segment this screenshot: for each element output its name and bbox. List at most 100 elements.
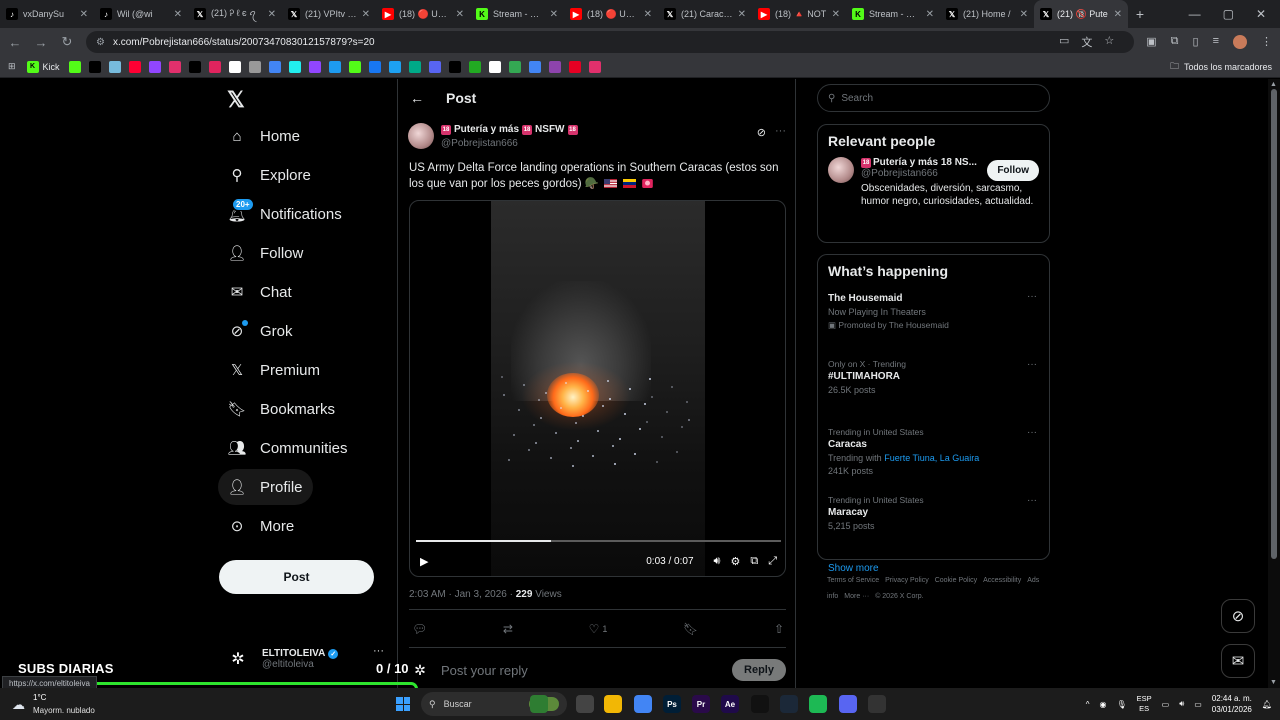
bookmark-favicon-icon[interactable]	[148, 60, 161, 73]
reload-icon[interactable]: ↻	[60, 34, 74, 50]
tab-close-icon[interactable]: ✕	[268, 9, 276, 20]
bookmark-favicon-icon[interactable]	[508, 60, 521, 73]
apps-grid-icon[interactable]: ⊞	[8, 61, 16, 72]
bookmark-favicon-icon[interactable]	[528, 60, 541, 73]
premiere-icon[interactable]: Pr	[692, 695, 710, 713]
browser-tab[interactable]: ▶ (18) 🔴 URG ✕	[564, 0, 658, 28]
nav-item-premium[interactable]: 𝕏 Premium	[218, 352, 330, 388]
tab-close-icon[interactable]: ✕	[1114, 9, 1122, 20]
browser-tab[interactable]: K Stream - Kick ✕	[470, 0, 564, 28]
browser-tab[interactable]: K Stream - Kick ✕	[846, 0, 940, 28]
clock[interactable]: 02:44 a. m. 03/01/2026	[1212, 693, 1252, 715]
spotify-icon[interactable]	[809, 695, 827, 713]
tab-close-icon[interactable]: ✕	[738, 9, 746, 20]
bookmark-favicon-icon[interactable]	[188, 60, 201, 73]
author-avatar[interactable]	[408, 123, 434, 149]
trend-more-icon[interactable]: ···	[1027, 495, 1037, 506]
footer-link[interactable]: Terms of Service	[827, 577, 879, 584]
trend-item[interactable]: Only on X · Trending #ULTIMAHORA 26.5K pos…	[818, 355, 1049, 423]
person-avatar[interactable]	[828, 157, 854, 183]
post-timestamp[interactable]: 2:03 AM · Jan 3, 2026 ·	[409, 589, 516, 600]
nav-item-communities[interactable]: 👥︎ Communities	[218, 430, 358, 466]
bookmark-icon[interactable]: 🔖︎	[683, 622, 698, 636]
new-tab-button[interactable]: +	[1128, 6, 1152, 22]
nav-item-explore[interactable]: ⚲ Explore	[218, 157, 321, 193]
tab-close-icon[interactable]: ✕	[362, 9, 370, 20]
trend-item[interactable]: Trending in United States Caracas Trending…	[818, 423, 1049, 491]
menu-lines-icon[interactable]: ≡	[1213, 35, 1219, 49]
tab-close-icon[interactable]: ✕	[1020, 9, 1028, 20]
bookmark-favicon-icon[interactable]	[348, 60, 361, 73]
obs-icon[interactable]	[868, 695, 886, 713]
account-switcher[interactable]: ✲ ELTITOLEIVA ✓ @eltitoleiva ···	[224, 641, 384, 677]
scroll-thumb[interactable]	[1271, 89, 1277, 559]
trend-item[interactable]: The Housemaid Now Playing In Theaters ▣ Pr…	[818, 287, 1049, 355]
browser-tab[interactable]: 𝕏 (21) Ꭾ ℓ є ꪖ ✕	[188, 0, 282, 28]
bookmark-favicon-icon[interactable]	[388, 60, 401, 73]
trend-more-icon[interactable]: ···	[1027, 291, 1037, 302]
weather-widget[interactable]: 1°C ☁ Mayorm. nublado	[12, 691, 132, 717]
messages-fab-icon[interactable]: ✉	[1221, 644, 1255, 678]
footer-link[interactable]: More ···	[844, 593, 869, 600]
post-more-icon[interactable]: ···	[775, 125, 786, 137]
bookmark-favicon-icon[interactable]	[448, 60, 461, 73]
file-explorer-icon[interactable]	[604, 695, 622, 713]
bookmark-favicon-icon[interactable]	[228, 60, 241, 73]
reply-button[interactable]: Reply	[732, 659, 786, 681]
tab-close-icon[interactable]: ✕	[644, 9, 652, 20]
tab-close-icon[interactable]: ✕	[80, 9, 88, 20]
bookmark-favicon-icon[interactable]	[368, 60, 381, 73]
grok-fab-icon[interactable]: ⊘	[1221, 599, 1255, 633]
sidepanel-icon[interactable]: ▯	[1193, 35, 1199, 49]
extension-icon[interactable]: ▣	[1146, 35, 1156, 49]
footer-link[interactable]: Cookie Policy	[935, 577, 977, 584]
browser-tab[interactable]: ▶ (18) 🔴 URG ✕	[376, 0, 470, 28]
battery-icon[interactable]: ▭	[1194, 700, 1202, 709]
capcut-icon[interactable]	[751, 695, 769, 713]
windows-start-icon[interactable]	[396, 697, 410, 711]
bookmark-favicon-icon[interactable]	[328, 60, 341, 73]
bookmark-favicon-icon[interactable]	[288, 60, 301, 73]
play-icon[interactable]: ▶	[420, 555, 428, 568]
browser-tab[interactable]: 𝕏 (21) Home / ✕	[940, 0, 1034, 28]
all-bookmarks[interactable]: 🗀 Todos los marcadores	[1170, 59, 1272, 75]
nav-item-bookmarks[interactable]: 🔖︎ Bookmarks	[218, 391, 345, 427]
video-player[interactable]: ▶ 0:03 / 0:07 🔊︎ ⚙ ⧉ ⤢	[409, 200, 786, 577]
mic-icon[interactable]: 🎙︎	[1116, 700, 1126, 709]
bookmark-favicon-icon[interactable]	[68, 60, 81, 73]
bookmark-favicon-icon[interactable]	[488, 60, 501, 73]
browser-tab[interactable]: 𝕏 (21) VPItv on ✕	[282, 0, 376, 28]
person-name[interactable]: 18 Putería y más 18 NS...	[861, 157, 979, 168]
browser-tab[interactable]: ▶ (18) 🔺 NOT ✕	[752, 0, 846, 28]
discord-icon[interactable]	[839, 695, 857, 713]
nav-item-home[interactable]: ⌂ Home	[218, 118, 310, 154]
bookmark-favicon-icon[interactable]	[588, 60, 601, 73]
share-icon[interactable]: ⇧	[774, 622, 784, 636]
notifications-bell-icon[interactable]: 🔔︎	[1262, 700, 1272, 709]
task-view-icon[interactable]	[576, 695, 594, 713]
star-icon[interactable]: ☆	[1104, 34, 1114, 50]
browser-tab[interactable]: ♪ Wil (@wi ✕	[94, 0, 188, 28]
repost-icon[interactable]: ⇄	[503, 622, 513, 636]
minimize-icon[interactable]: —	[1189, 7, 1201, 21]
footer-link[interactable]: Privacy Policy	[885, 577, 929, 584]
bookmark-favicon-icon[interactable]	[108, 60, 121, 73]
tab-close-icon[interactable]: ✕	[832, 9, 840, 20]
profile-avatar-icon[interactable]	[1233, 35, 1247, 49]
back-icon[interactable]: ←	[8, 35, 22, 50]
nav-item-grok[interactable]: ⊘ Grok	[218, 313, 303, 349]
bookmark-favicon-icon[interactable]	[88, 60, 101, 73]
steam-icon[interactable]	[780, 695, 798, 713]
nav-item-chat[interactable]: ✉ Chat	[218, 274, 302, 310]
footer-link[interactable]: © 2026 X Corp.	[875, 593, 923, 600]
url-field[interactable]: ⚙ x.com/Pobrejistan666/status/2007347083…	[86, 31, 1135, 53]
scroll-down-icon[interactable]: ▼	[1270, 679, 1277, 686]
relevant-person[interactable]: 18 Putería y más 18 NS... @Pobrejistan66…	[818, 157, 1049, 216]
video-progress-bar[interactable]	[416, 540, 781, 542]
maximize-icon[interactable]: ▢	[1223, 7, 1234, 21]
volume-icon[interactable]: 🔊︎	[714, 555, 721, 568]
puzzle-icon[interactable]: ⧉	[1171, 35, 1179, 49]
browser-tab[interactable]: 𝕏 (21) Caracas ✕	[658, 0, 752, 28]
search-input[interactable]: ⚲ Search	[817, 84, 1050, 112]
x-logo-icon[interactable]: 𝕏	[227, 87, 245, 113]
